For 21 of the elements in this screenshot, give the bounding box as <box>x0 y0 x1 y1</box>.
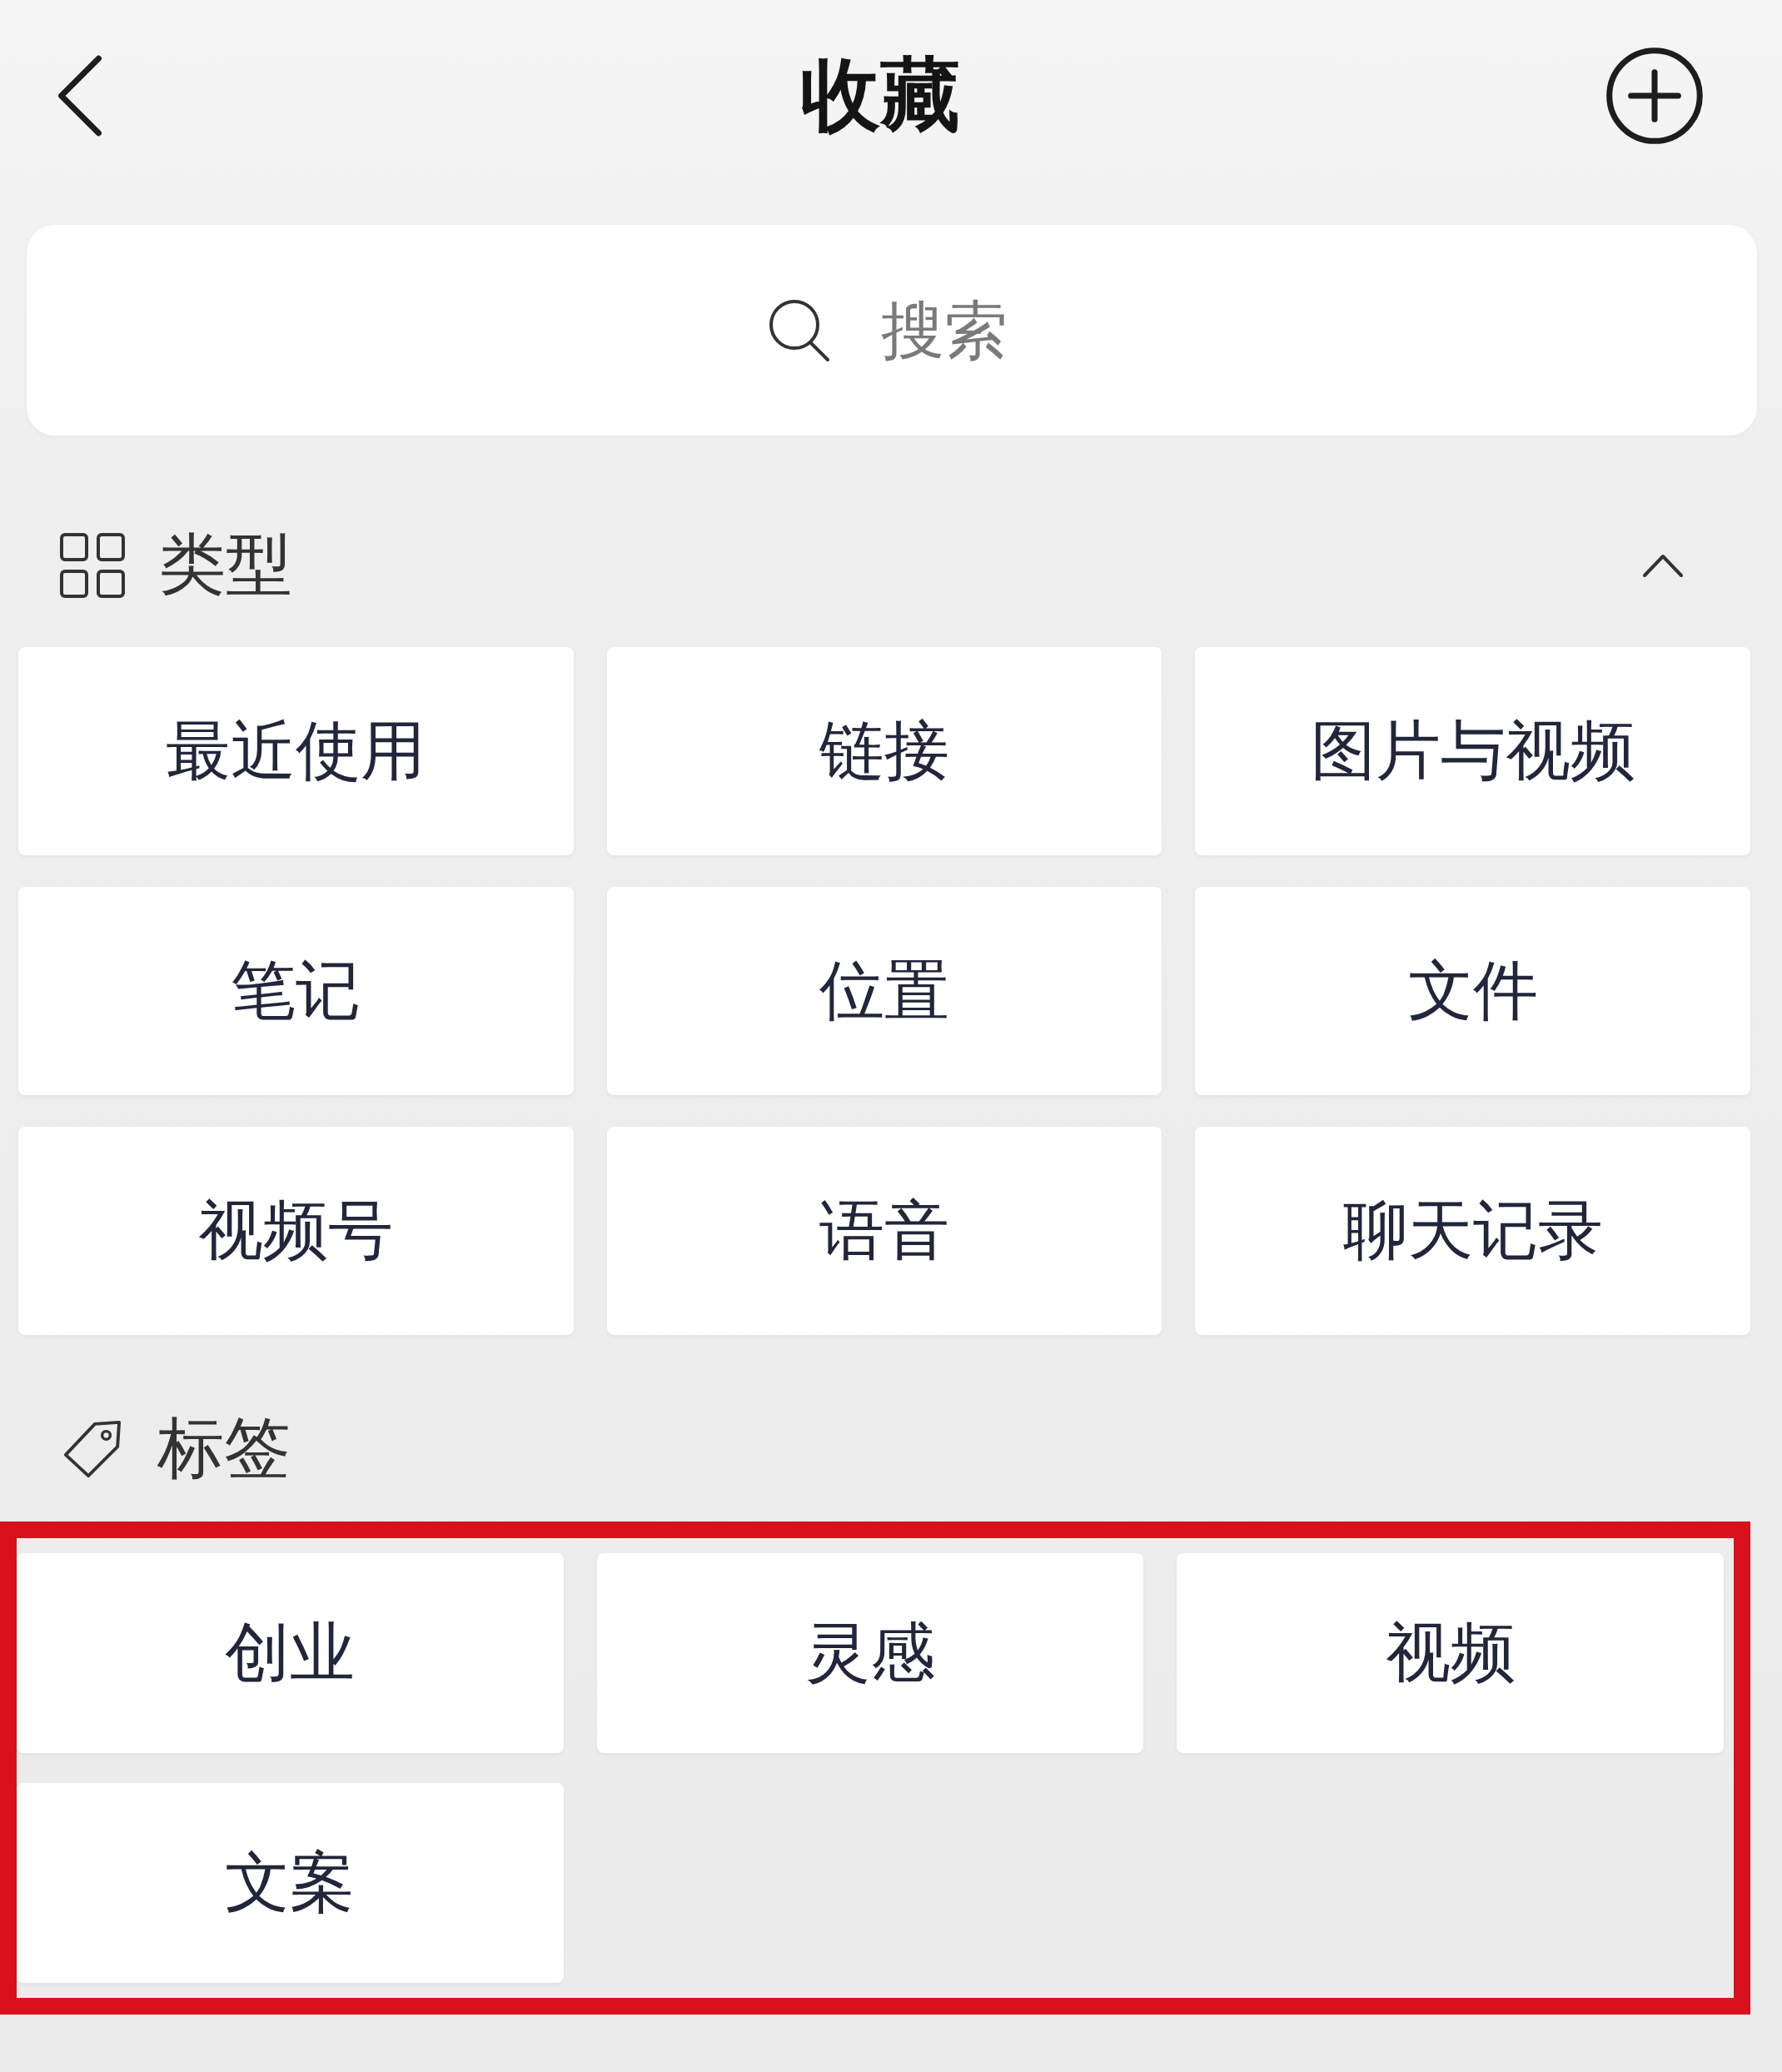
category-button[interactable]: 笔记 <box>18 887 574 1095</box>
tag-button[interactable]: 视频 <box>1177 1553 1724 1753</box>
category-button[interactable]: 图片与视频 <box>1195 647 1750 855</box>
back-icon[interactable] <box>57 55 103 137</box>
category-button[interactable]: 视频号 <box>18 1127 574 1335</box>
grid-icon <box>59 532 126 599</box>
tag-button[interactable]: 灵感 <box>596 1553 1144 1753</box>
category-button[interactable]: 位置 <box>606 887 1162 1095</box>
section-title: 标签 <box>157 1408 291 1488</box>
page-title: 收藏 <box>800 47 960 144</box>
add-icon[interactable] <box>1605 47 1704 145</box>
category-button[interactable]: 链接 <box>606 647 1162 855</box>
tag-button[interactable]: 创业 <box>17 1553 564 1753</box>
search-field[interactable]: 搜索 <box>27 225 1757 436</box>
section-title: 类型 <box>159 525 292 605</box>
tag-button[interactable]: 文案 <box>17 1783 564 1983</box>
category-button[interactable]: 聊天记录 <box>1195 1127 1750 1335</box>
category-button[interactable]: 文件 <box>1195 887 1750 1095</box>
category-button[interactable]: 最近使用 <box>18 647 574 855</box>
chevron-up-icon[interactable] <box>1642 553 1684 578</box>
category-button[interactable]: 语音 <box>606 1127 1162 1335</box>
